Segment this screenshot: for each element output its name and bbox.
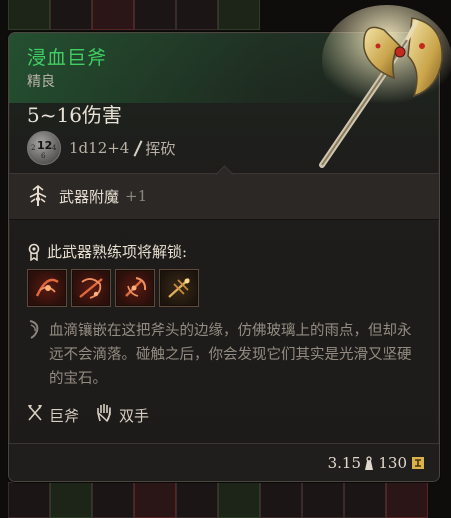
lore-quill-icon: [27, 319, 41, 339]
handedness-tag[interactable]: 双手: [95, 403, 149, 427]
weapon-tags: 巨斧 双手: [27, 403, 165, 427]
tooltip-footer: 3.15 130: [9, 443, 439, 481]
damage-type: 挥砍: [145, 139, 176, 158]
gold-value-icon: [411, 455, 425, 469]
weapon-enchantment-icon: [27, 184, 49, 207]
proficiency-icon: [27, 243, 41, 261]
weapon-type-label: 巨斧: [49, 406, 80, 425]
inventory-slot[interactable]: [92, 482, 134, 518]
inventory-slot[interactable]: [386, 482, 428, 518]
inventory-slot[interactable]: [176, 482, 218, 518]
inventory-slot[interactable]: [260, 482, 302, 518]
handedness-label: 双手: [119, 406, 150, 425]
item-damage: 5~16伤害: [27, 103, 122, 127]
inventory-slot[interactable]: [134, 482, 176, 518]
inventory-slot[interactable]: [176, 0, 218, 30]
inventory-slot[interactable]: [50, 482, 92, 518]
proficiency-label: 此武器熟练项将解锁:: [47, 243, 188, 261]
greataxe-item-image: [319, 5, 451, 168]
inventory-slot[interactable]: [50, 0, 92, 30]
weight-icon: [363, 455, 375, 471]
damage-formula: 1d12+4: [69, 139, 130, 157]
slashing-icon: [133, 140, 143, 156]
item-rarity: 精良: [27, 74, 55, 90]
d12-die-icon: 12 246: [27, 131, 61, 165]
damage-dice-row: 12 246 1d12+4 挥砍: [27, 131, 175, 165]
cleave-action-icon[interactable]: [27, 269, 67, 307]
two-handed-icon: [95, 403, 113, 427]
lacerate-action-icon[interactable]: [71, 269, 111, 307]
proficiency-actions: [27, 269, 199, 307]
item-name: 浸血巨斧: [27, 47, 108, 69]
inventory-slot[interactable]: [92, 0, 134, 30]
inventory-slot[interactable]: [302, 482, 344, 518]
proficiency-row: 此武器熟练项将解锁:: [27, 241, 187, 262]
weapon-type-tag[interactable]: 巨斧: [27, 404, 79, 426]
inventory-slot[interactable]: [344, 482, 386, 518]
inventory-slot[interactable]: [134, 0, 176, 30]
enchantment-label: 武器附魔: [59, 187, 120, 206]
enchantment-row[interactable]: 武器附魔 +1: [27, 184, 148, 207]
item-value: 130: [378, 454, 407, 472]
weakening-strike-icon[interactable]: [115, 269, 155, 307]
inventory-slot[interactable]: [8, 482, 50, 518]
enchantment-bonus: +1: [125, 187, 148, 205]
item-weight: 3.15: [327, 454, 361, 472]
inventory-slot[interactable]: [8, 0, 50, 30]
crossed-axes-icon: [27, 404, 43, 426]
item-description: 血滴镶嵌在这把斧头的边缘，仿佛玻璃上的雨点，但却永远不会滴落。碰触之后，你会发现…: [49, 323, 412, 387]
topple-action-icon[interactable]: [159, 269, 199, 307]
inventory-slot[interactable]: [218, 482, 260, 518]
inventory-slot[interactable]: [218, 0, 260, 30]
